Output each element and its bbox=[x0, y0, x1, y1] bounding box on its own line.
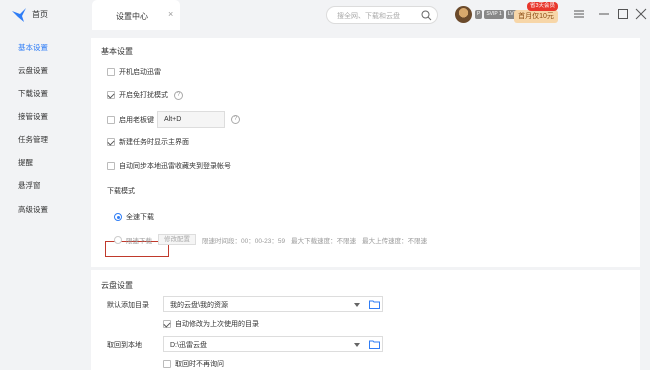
full-speed-radio[interactable] bbox=[114, 213, 122, 221]
default-dir-value: 我的云盘\我的资源 bbox=[170, 302, 228, 309]
autostart-label: 开机启动迅雷 bbox=[119, 69, 161, 76]
sidebar-item-label: 接管设置 bbox=[18, 112, 48, 121]
modify-config-button[interactable]: 修改配置 bbox=[158, 234, 196, 245]
tab-close-icon[interactable]: × bbox=[168, 9, 173, 19]
maximize-icon[interactable] bbox=[617, 8, 629, 20]
default-dir-label: 默认添加目录 bbox=[107, 302, 149, 309]
full-speed-option[interactable]: 全速下载 bbox=[114, 211, 154, 223]
badge-svip: SVIP 1 bbox=[484, 10, 504, 19]
sidebar-item-takeover[interactable]: 接管设置 bbox=[0, 105, 84, 127]
home-tab[interactable]: 首页 bbox=[32, 9, 48, 20]
sidebar-item-cloud[interactable]: 云盘设置 bbox=[0, 59, 84, 81]
boss-key-label: 启用老板键 bbox=[119, 116, 154, 124]
no-disturb-checkbox[interactable] bbox=[107, 91, 115, 99]
settings-content: 基本设置 开机启动迅雷 开启免打扰模式 ? 启用老板键 Alt+D ? 新建任务… bbox=[91, 30, 640, 370]
tab-settings-center[interactable]: 设置中心 × bbox=[92, 0, 180, 30]
show-main-option[interactable]: 新建任务时显示主界面 bbox=[107, 136, 189, 148]
user-badges: P SVIP 1 LV1 bbox=[475, 10, 519, 19]
badge-p: P bbox=[475, 10, 483, 19]
minimize-icon[interactable] bbox=[598, 8, 610, 20]
autostart-checkbox[interactable] bbox=[107, 68, 115, 76]
help-icon[interactable]: ? bbox=[174, 90, 183, 100]
sidebar-item-floating-window[interactable]: 悬浮窗 bbox=[0, 174, 84, 196]
show-main-checkbox[interactable] bbox=[107, 138, 115, 146]
full-speed-label: 全速下载 bbox=[126, 214, 154, 221]
chevron-down-icon[interactable] bbox=[354, 303, 360, 307]
no-ask-checkbox[interactable] bbox=[163, 360, 171, 368]
autostart-option[interactable]: 开机启动迅雷 bbox=[107, 66, 161, 78]
sidebar-item-label: 任务管理 bbox=[18, 135, 48, 144]
tab-settings-label: 设置中心 bbox=[116, 12, 148, 21]
sidebar-item-label: 基本设置 bbox=[18, 43, 48, 52]
limited-speed-label: 限速下载 bbox=[126, 237, 152, 245]
promo-button[interactable]: 首月仅10元 bbox=[514, 10, 558, 23]
user-avatar[interactable] bbox=[455, 6, 472, 23]
no-ask-option[interactable]: 取回时不再询问 bbox=[163, 358, 224, 370]
sync-favorites-checkbox[interactable] bbox=[107, 162, 115, 170]
sidebar-item-basic[interactable]: 基本设置 bbox=[0, 36, 84, 58]
sidebar-item-download[interactable]: 下载设置 bbox=[0, 82, 84, 104]
sidebar-item-label: 下载设置 bbox=[18, 89, 48, 98]
download-mode-title: 下载模式 bbox=[107, 188, 135, 195]
fetch-local-label: 取回到本地 bbox=[107, 342, 142, 349]
sync-favorites-option[interactable]: 自动同步本地迅雷收藏夹到登录帐号 bbox=[107, 160, 231, 172]
close-window-icon[interactable] bbox=[635, 8, 647, 20]
limit-time-range: 限速时间段：00：00-23：59 bbox=[202, 237, 286, 245]
cloud-settings-card: 云盘设置 默认添加目录 我的云盘\我的资源 自动修改为上次使用的目录 取回到本地… bbox=[91, 270, 640, 370]
settings-sidebar: 基本设置 云盘设置 下载设置 接管设置 任务管理 提醒 悬浮窗 高级设置 bbox=[0, 30, 84, 365]
sync-favorites-label: 自动同步本地迅雷收藏夹到登录帐号 bbox=[119, 163, 231, 170]
auto-modify-checkbox[interactable] bbox=[163, 320, 171, 328]
boss-key-option[interactable]: 启用老板键 Alt+D ? bbox=[107, 111, 240, 128]
title-bar: 首页 设置中心 × 搜全网、下载和云盘 P SVIP 1 LV1 首月仅10元 … bbox=[0, 0, 650, 30]
sidebar-item-label: 高级设置 bbox=[18, 205, 48, 214]
chevron-down-icon[interactable] bbox=[354, 343, 360, 347]
basic-settings-card: 基本设置 开机启动迅雷 开启免打扰模式 ? 启用老板键 Alt+D ? 新建任务… bbox=[91, 38, 640, 267]
limited-speed-option[interactable]: 限速下载 修改配置 限速时间段：00：00-23：59 最大下载速度：不限速 最… bbox=[114, 234, 427, 245]
fetch-local-select[interactable]: D:\迅雷云盘 bbox=[163, 336, 383, 352]
search-input[interactable]: 搜全网、下载和云盘 bbox=[337, 11, 400, 21]
sidebar-item-reminder[interactable]: 提醒 bbox=[0, 151, 84, 173]
section-title-basic: 基本设置 bbox=[101, 47, 133, 56]
boss-key-checkbox[interactable] bbox=[107, 115, 115, 124]
no-disturb-option[interactable]: 开启免打扰模式 ? bbox=[107, 89, 183, 101]
no-disturb-label: 开启免打扰模式 bbox=[119, 92, 168, 99]
sidebar-item-label: 云盘设置 bbox=[18, 66, 48, 75]
folder-icon[interactable] bbox=[369, 300, 380, 309]
default-dir-select[interactable]: 我的云盘\我的资源 bbox=[163, 296, 383, 312]
promo-tag: 省3天会员 bbox=[527, 2, 559, 11]
limited-speed-radio[interactable] bbox=[114, 235, 122, 244]
show-main-label: 新建任务时显示主界面 bbox=[119, 139, 189, 146]
search-icon[interactable] bbox=[421, 10, 432, 21]
sidebar-item-tasks[interactable]: 任务管理 bbox=[0, 128, 84, 150]
sidebar-item-advanced[interactable]: 高级设置 bbox=[0, 198, 84, 220]
no-ask-label: 取回时不再询问 bbox=[175, 361, 224, 368]
folder-icon[interactable] bbox=[369, 340, 380, 349]
max-upload-speed: 最大上传速度：不限速 bbox=[362, 237, 428, 245]
sidebar-item-label: 提醒 bbox=[18, 158, 33, 167]
menu-icon[interactable] bbox=[573, 8, 585, 20]
search-box[interactable]: 搜全网、下载和云盘 bbox=[326, 6, 438, 24]
auto-modify-label: 自动修改为上次使用的目录 bbox=[175, 321, 259, 328]
sidebar-item-label: 悬浮窗 bbox=[18, 181, 41, 190]
max-download-speed: 最大下载速度：不限速 bbox=[291, 237, 357, 245]
boss-key-input[interactable]: Alt+D bbox=[157, 111, 225, 128]
xunlei-bird-logo bbox=[12, 8, 26, 22]
auto-modify-option[interactable]: 自动修改为上次使用的目录 bbox=[163, 318, 259, 330]
section-title-cloud: 云盘设置 bbox=[101, 281, 133, 290]
fetch-local-value: D:\迅雷云盘 bbox=[170, 342, 207, 349]
help-icon[interactable]: ? bbox=[231, 115, 240, 124]
